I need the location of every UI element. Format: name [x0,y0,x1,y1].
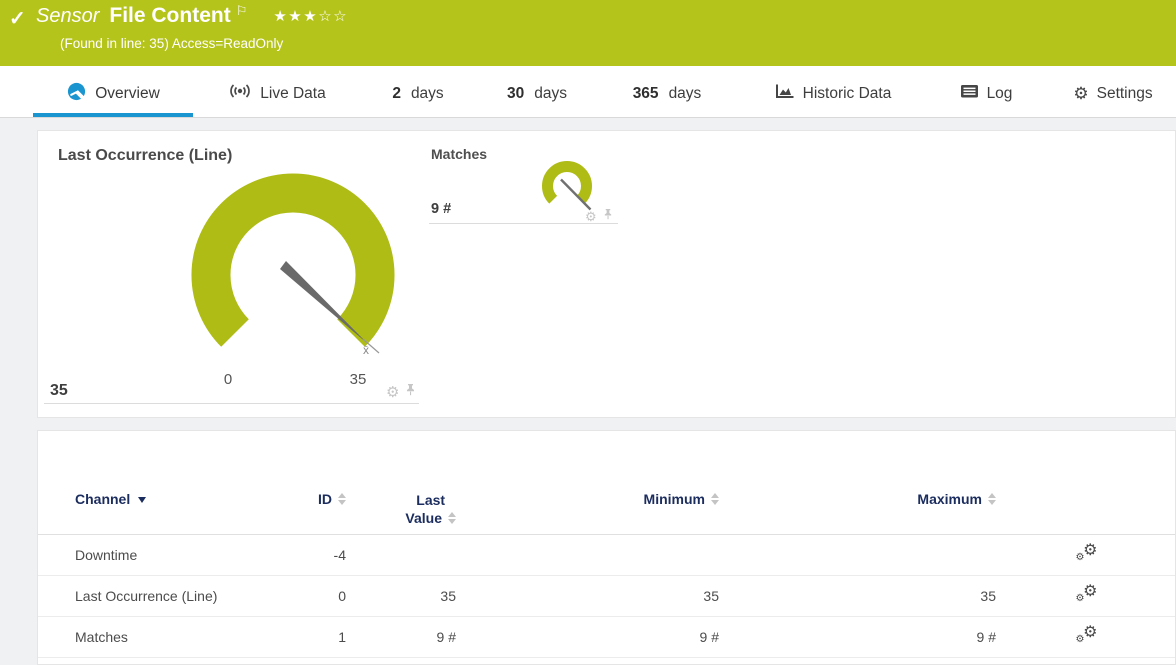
id-cell: -4 [308,534,346,576]
sort-icon[interactable] [988,493,996,506]
gauge-icon [66,81,87,107]
tab-number: 2 [392,84,401,102]
column-header-id[interactable]: ID [308,431,346,535]
stars-empty[interactable]: ☆☆ [318,8,348,25]
gauge-settings-icon[interactable]: ⚙ [585,210,597,223]
column-label: Value [405,510,442,526]
tab-label: Historic Data [802,84,892,102]
gauges-graphics [191,161,592,354]
channel-name-cell[interactable]: Downtime [38,534,308,576]
primary-gauge-value: 35 [50,382,68,399]
column-header-channel[interactable]: Channel [38,431,308,535]
sort-icon[interactable] [711,493,719,506]
column-header-last-value[interactable]: Last Value [346,431,456,535]
gauge-settings-icon[interactable]: ⚙ [386,385,399,400]
channel-settings-icon[interactable]: ⚙ ⚙ [1076,625,1098,645]
divider [44,403,419,404]
column-header-actions [996,431,1175,535]
broadcast-icon [228,82,252,105]
minimum-cell [456,534,719,576]
log-list-icon [960,84,979,104]
secondary-gauge-arc [542,161,592,204]
maximum-cell: 9 # [719,616,996,658]
tab-label: Log [986,84,1013,102]
minimum-cell: 9 # [456,616,719,658]
tab-historic-data[interactable]: Historic Data [753,66,913,117]
table-row-downtime[interactable]: Downtime -4 ⚙ ⚙ [38,534,1175,576]
tab-label: Settings [1096,84,1153,102]
tab-2-days[interactable]: 2 days [358,66,478,117]
primary-gauge-max-label: 35 [349,371,367,388]
primary-gauge-title: Last Occurrence (Line) [58,147,233,164]
pin-icon[interactable] [405,383,416,401]
tab-bar: Overview Live Data 2 days 30 days 365 da… [0,66,1176,118]
page-title: File Content [109,4,231,27]
primary-gauge-min-label: 0 [223,371,233,388]
priority-stars[interactable]: ★★★☆☆ [273,7,348,25]
object-kind-label: Sensor [36,5,100,27]
column-header-maximum[interactable]: Maximum [719,431,996,535]
column-label: Last [416,492,446,508]
secondary-gauge-value: 9 # [431,201,452,217]
primary-gauge-arc [191,173,395,347]
last-value-cell [346,534,456,576]
table-row-last-occurrence[interactable]: Last Occurrence (Line) 0 35 35 35 ⚙ ⚙ [38,575,1175,617]
column-header-minimum[interactable]: Minimum [456,431,719,535]
sensor-title-line: Sensor File Content ⚐ ★★★☆☆ [36,3,348,28]
secondary-gauge-title: Matches [431,146,488,162]
tab-label: days [534,84,567,102]
tab-365-days[interactable]: 365 days [607,66,727,117]
sort-icon[interactable] [338,493,346,506]
channel-settings-icon[interactable]: ⚙ ⚙ [1076,543,1098,563]
tab-number: 30 [507,84,525,102]
column-label: ID [318,491,332,507]
sensor-header: ✓ Sensor File Content ⚐ ★★★☆☆ (Found in … [0,0,1176,66]
status-ok-icon: ✓ [9,8,26,30]
minimum-cell: 35 [456,575,719,617]
tab-live-data[interactable]: Live Data [207,66,347,117]
channels-table-panel: Channel ID Last Value Minimum Maximum Do… [37,430,1176,665]
tab-label: Overview [95,84,160,102]
chevron-down-icon [138,497,147,503]
primary-gauge-toolbar: ⚙ [386,383,416,401]
id-cell: 1 [308,616,346,658]
table-header-row: Channel ID Last Value Minimum Maximum [38,431,1175,535]
maximum-cell: 35 [719,575,996,617]
stars-filled[interactable]: ★★★ [273,8,318,25]
channel-settings-icon[interactable]: ⚙ ⚙ [1076,584,1098,604]
tab-label: Live Data [260,84,326,102]
maximum-cell [719,534,996,576]
channel-name-cell[interactable]: Matches [38,616,308,658]
channel-name-cell[interactable]: Last Occurrence (Line) [38,575,308,617]
sort-icon[interactable] [448,512,456,525]
tab-label: days [668,84,702,102]
last-value-cell: 35 [346,575,456,617]
tab-label: days [410,84,444,102]
tab-log[interactable]: Log [926,66,1046,117]
flag-icon[interactable]: ⚐ [236,3,248,19]
tab-settings[interactable]: ⚙ Settings [1050,66,1176,117]
last-value-cell: 9 # [346,616,456,658]
tab-number: 365 [632,84,659,102]
gear-icon: ⚙ [1073,84,1089,103]
tab-30-days[interactable]: 30 days [477,66,597,117]
column-label: Maximum [917,491,982,507]
column-label: Channel [75,491,131,507]
id-cell: 0 [308,575,346,617]
table-row-matches[interactable]: Matches 1 9 # 9 # 9 # ⚙ ⚙ [38,616,1175,658]
sensor-status-message: (Found in line: 35) Access=ReadOnly [60,36,284,51]
channels-table: Channel ID Last Value Minimum Maximum Do… [38,431,1175,658]
tab-overview[interactable]: Overview [33,66,193,117]
area-chart-icon [775,83,795,104]
overview-gauges-panel: Last Occurrence (Line) 0 35 x̄ 35 ⚙ Matc… [37,130,1176,418]
column-label: Minimum [643,491,705,507]
divider [429,223,618,224]
primary-gauge-average-marker: x̄ [363,343,369,357]
